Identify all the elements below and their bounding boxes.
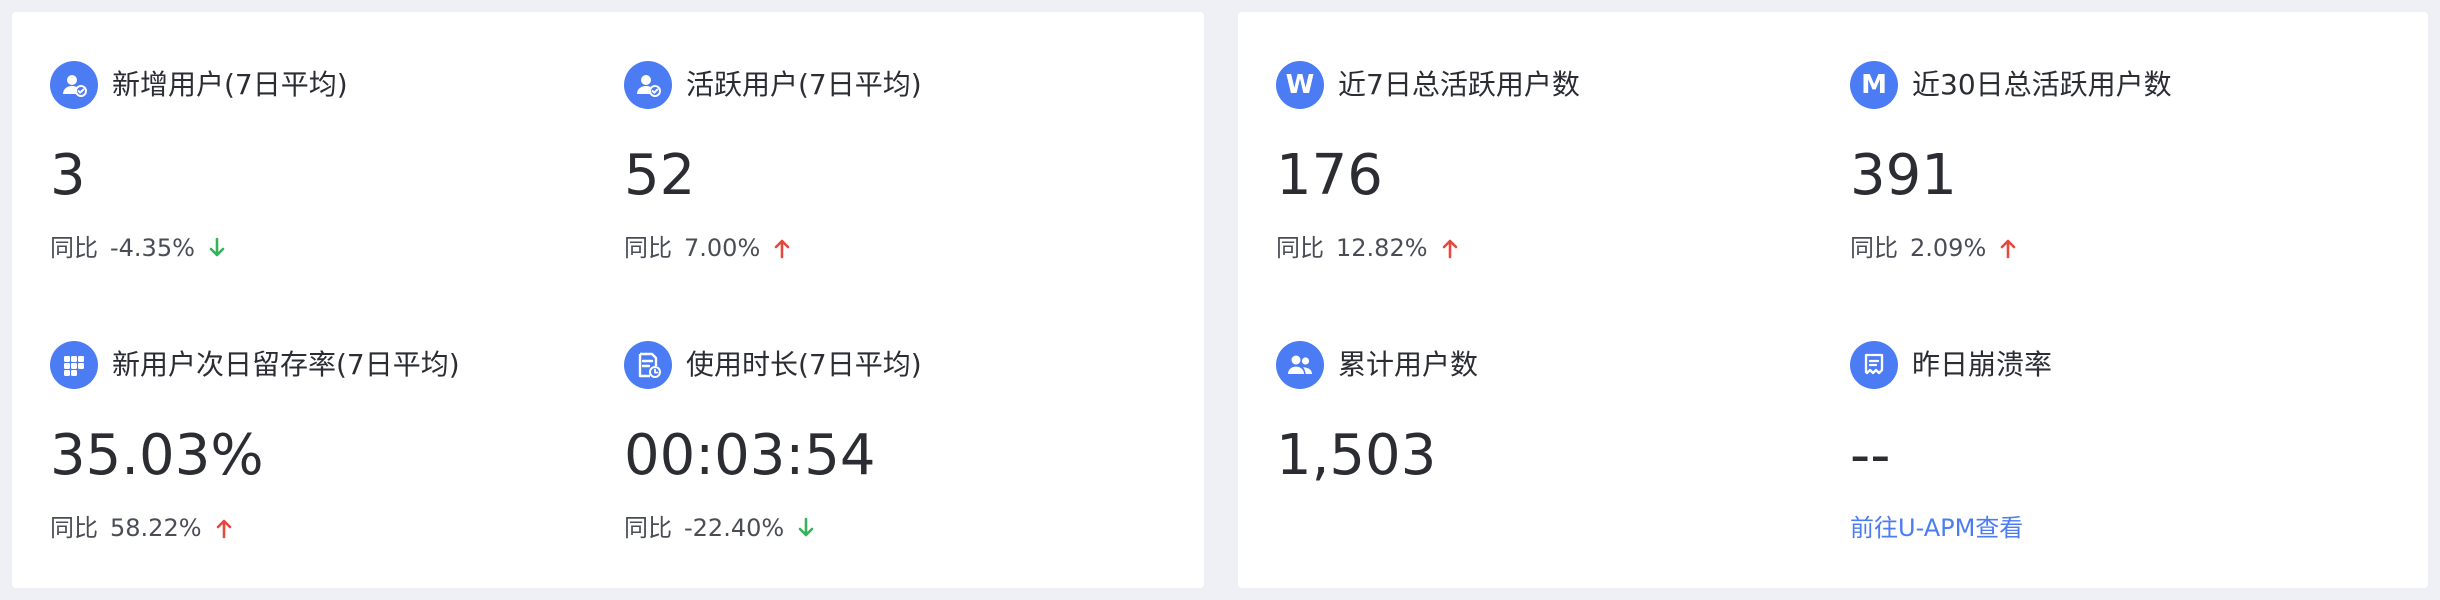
compare-label: 同比 (50, 514, 98, 542)
metric-compare: 同比 -4.35% (50, 236, 227, 260)
metric-value: 00:03:54 (624, 423, 876, 488)
metric-title-row: 新增用户(7日平均) (50, 60, 348, 110)
compare-label: 同比 (50, 234, 98, 262)
metric-title: 昨日崩溃率 (1912, 348, 2053, 381)
document-clock-icon (624, 341, 672, 389)
metric-title: 新用户次日留存率(7日平均) (112, 348, 460, 381)
user-check-icon (50, 61, 98, 109)
arrow-up-icon (1998, 236, 2018, 260)
metric-value: 52 (624, 143, 696, 208)
metric-title-row: 活跃用户(7日平均) (624, 60, 922, 110)
metric-card-crash-rate: 昨日崩溃率 -- 前往U-APM查看 (1850, 340, 2410, 600)
metric-compare: 同比 58.22% (50, 516, 234, 540)
letter-m-icon: M (1850, 61, 1898, 109)
metric-compare: 同比 2.09% (1850, 236, 2018, 260)
metric-value: 35.03% (50, 423, 264, 488)
metric-card-new-users: 新增用户(7日平均) 3 同比 -4.35% (50, 60, 610, 320)
metric-card-next-day-retention: 新用户次日留存率(7日平均) 35.03% 同比 58.22% (50, 340, 610, 600)
metric-card-30day-active: M 近30日总活跃用户数 391 同比 2.09% (1850, 60, 2410, 320)
compare-value: -22.40% (684, 514, 785, 542)
metric-card-7day-active: W 近7日总活跃用户数 176 同比 12.82% (1276, 60, 1836, 320)
metric-title-row: 昨日崩溃率 (1850, 340, 2052, 390)
arrow-up-icon (214, 516, 234, 540)
metric-title-row: W 近7日总活跃用户数 (1276, 60, 1580, 110)
metric-title: 使用时长(7日平均) (686, 348, 922, 381)
metric-title-row: 累计用户数 (1276, 340, 1478, 390)
metric-title: 近7日总活跃用户数 (1338, 68, 1580, 101)
compare-value: -4.35% (110, 234, 195, 262)
metric-value: 176 (1276, 143, 1383, 208)
arrow-down-icon (207, 236, 227, 260)
stats-overview: 新增用户(7日平均) 3 同比 -4.35% 活跃用户(7日平均) 52 同比 … (0, 0, 2440, 600)
arrow-up-icon (1440, 236, 1460, 260)
icon-letter: M (1861, 70, 1887, 100)
users-icon (1276, 341, 1324, 389)
compare-label: 同比 (624, 514, 672, 542)
compare-label: 同比 (1850, 234, 1898, 262)
user-check-icon (624, 61, 672, 109)
letter-w-icon: W (1276, 61, 1324, 109)
metric-value: 391 (1850, 143, 1957, 208)
compare-label: 同比 (1276, 234, 1324, 262)
metric-title: 累计用户数 (1338, 348, 1479, 381)
metric-value: -- (1850, 423, 1891, 488)
panel-activity-metrics: W 近7日总活跃用户数 176 同比 12.82% M 近30日总活跃用户数 3… (1238, 12, 2428, 588)
metric-title: 近30日总活跃用户数 (1912, 68, 2172, 101)
metric-title: 活跃用户(7日平均) (686, 68, 922, 101)
compare-value: 2.09% (1910, 234, 1987, 262)
metric-value: 3 (50, 143, 86, 208)
view-in-u-apm-link[interactable]: 前往U-APM查看 (1850, 516, 2023, 540)
metric-title-row: 新用户次日留存率(7日平均) (50, 340, 460, 390)
metric-title: 新增用户(7日平均) (112, 68, 348, 101)
arrow-up-icon (772, 236, 792, 260)
icon-letter: W (1285, 70, 1315, 100)
metric-card-usage-duration: 使用时长(7日平均) 00:03:54 同比 -22.40% (624, 340, 1184, 600)
metric-title-row: 使用时长(7日平均) (624, 340, 922, 390)
compare-value: 7.00% (684, 234, 761, 262)
compare-label: 同比 (624, 234, 672, 262)
metric-compare: 同比 12.82% (1276, 236, 1460, 260)
panel-user-metrics: 新增用户(7日平均) 3 同比 -4.35% 活跃用户(7日平均) 52 同比 … (12, 12, 1204, 588)
metric-compare: 同比 -22.40% (624, 516, 816, 540)
compare-value: 12.82% (1336, 234, 1428, 262)
metric-value: 1,503 (1276, 423, 1437, 488)
grid-icon (50, 341, 98, 389)
metric-card-total-users: 累计用户数 1,503 (1276, 340, 1836, 600)
arrow-down-icon (796, 516, 816, 540)
metric-compare: 同比 7.00% (624, 236, 792, 260)
metric-title-row: M 近30日总活跃用户数 (1850, 60, 2172, 110)
crash-report-icon (1850, 341, 1898, 389)
compare-value: 58.22% (110, 514, 202, 542)
metric-card-active-users: 活跃用户(7日平均) 52 同比 7.00% (624, 60, 1184, 320)
